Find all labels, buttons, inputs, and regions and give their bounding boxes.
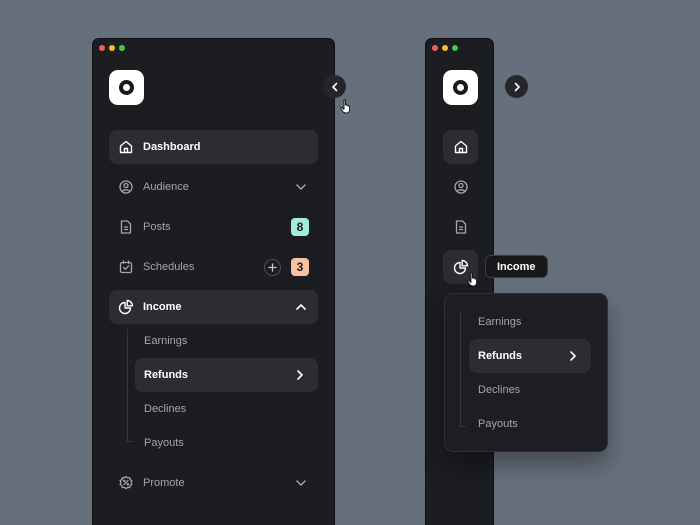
income-tooltip: Income: [485, 255, 548, 278]
submenu-item-label: Declines: [144, 403, 187, 415]
sidebar-item-label: Dashboard: [143, 141, 201, 153]
close-window-button[interactable]: [99, 45, 105, 51]
close-window-button[interactable]: [432, 45, 438, 51]
sidebar-icon-posts[interactable]: [443, 210, 478, 244]
flyout-item-refunds[interactable]: Refunds: [469, 339, 591, 373]
expanded-sidebar-window: Dashboard Audience Posts 8 Schedules 3 I…: [92, 38, 335, 525]
sidebar-item-label: Income: [143, 301, 182, 313]
submenu-tree-branch: [460, 426, 466, 427]
flyout-item-payouts[interactable]: Payouts: [469, 407, 591, 441]
schedules-count-badge: 3: [291, 258, 309, 276]
expand-sidebar-button[interactable]: [505, 75, 528, 98]
flyout-item-declines[interactable]: Declines: [469, 373, 591, 407]
document-icon: [120, 220, 132, 234]
window-controls: [99, 45, 125, 51]
percent-badge-icon: [119, 475, 133, 490]
sidebar-icon-audience[interactable]: [443, 170, 478, 204]
plus-icon: [268, 263, 277, 272]
pie-chart-icon: [118, 299, 134, 315]
maximize-window-button[interactable]: [452, 45, 458, 51]
income-flyout-menu: Earnings Refunds Declines Payouts: [444, 293, 608, 452]
chevron-left-icon: [331, 82, 337, 91]
sidebar-item-schedules[interactable]: Schedules 3: [109, 250, 318, 284]
posts-count-badge: 8: [291, 218, 309, 236]
chevron-right-icon: [514, 82, 520, 91]
flyout-item-label: Payouts: [478, 418, 518, 430]
flyout-item-label: Refunds: [478, 350, 522, 362]
sidebar-item-income[interactable]: Income: [109, 290, 318, 324]
calendar-check-icon: [119, 260, 133, 274]
home-icon: [119, 140, 133, 154]
flyout-item-label: Earnings: [478, 316, 522, 328]
sidebar-item-label: Audience: [143, 181, 189, 193]
submenu-item-label: Earnings: [144, 335, 188, 347]
window-controls: [432, 45, 458, 51]
submenu-item-label: Refunds: [144, 369, 188, 381]
app-logo[interactable]: [109, 70, 144, 105]
submenu-tree-branch: [127, 441, 133, 442]
hand-cursor-icon: [340, 99, 351, 114]
sidebar-item-dashboard[interactable]: Dashboard: [109, 130, 318, 164]
chevron-down-icon[interactable]: [293, 179, 309, 195]
submenu-item-label: Payouts: [144, 437, 184, 449]
chevron-up-icon[interactable]: [293, 299, 309, 315]
sidebar-item-label: Schedules: [143, 261, 195, 273]
tooltip-label: Income: [497, 260, 536, 273]
submenu-tree-line: [460, 311, 461, 426]
submenu-item-refunds[interactable]: Refunds: [135, 358, 318, 392]
chevron-right-icon: [297, 370, 303, 380]
sidebar-item-audience[interactable]: Audience: [109, 170, 318, 204]
sidebar-item-posts[interactable]: Posts 8: [109, 210, 318, 244]
user-circle-icon: [119, 180, 133, 194]
flyout-item-earnings[interactable]: Earnings: [469, 305, 591, 339]
submenu-item-payouts[interactable]: Payouts: [135, 426, 318, 460]
user-circle-icon: [453, 180, 468, 194]
app-logo[interactable]: [443, 70, 478, 105]
submenu-item-declines[interactable]: Declines: [135, 392, 318, 426]
sidebar-item-promote[interactable]: Promote: [109, 466, 318, 500]
collapse-sidebar-button[interactable]: [323, 75, 346, 98]
document-icon: [455, 220, 466, 234]
add-schedule-button[interactable]: [264, 259, 281, 276]
chevron-down-icon[interactable]: [293, 475, 309, 491]
minimize-window-button[interactable]: [442, 45, 448, 51]
sidebar-item-label: Promote: [143, 477, 185, 489]
flyout-item-label: Declines: [478, 384, 521, 396]
hand-cursor-icon: [467, 272, 478, 287]
sidebar-item-label: Posts: [143, 221, 171, 233]
minimize-window-button[interactable]: [109, 45, 115, 51]
submenu-item-earnings[interactable]: Earnings: [135, 324, 318, 358]
chevron-right-icon: [570, 351, 576, 361]
maximize-window-button[interactable]: [119, 45, 125, 51]
home-icon: [454, 140, 467, 154]
sidebar-icon-dashboard[interactable]: [443, 130, 478, 164]
submenu-tree-line: [127, 329, 128, 441]
